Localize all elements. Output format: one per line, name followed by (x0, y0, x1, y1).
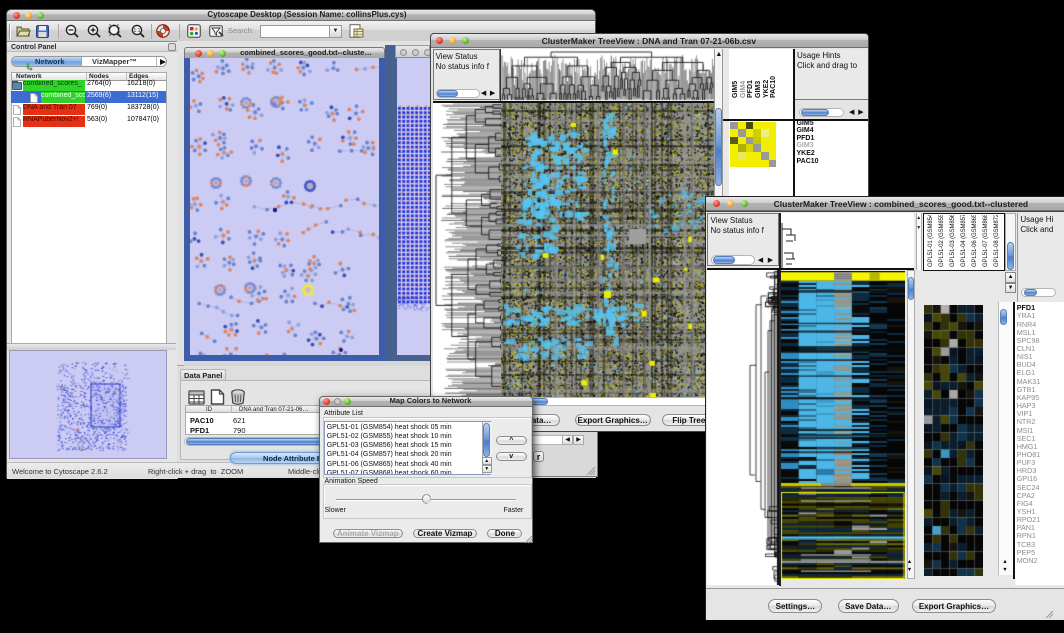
svg-text:1:1: 1:1 (134, 28, 141, 34)
